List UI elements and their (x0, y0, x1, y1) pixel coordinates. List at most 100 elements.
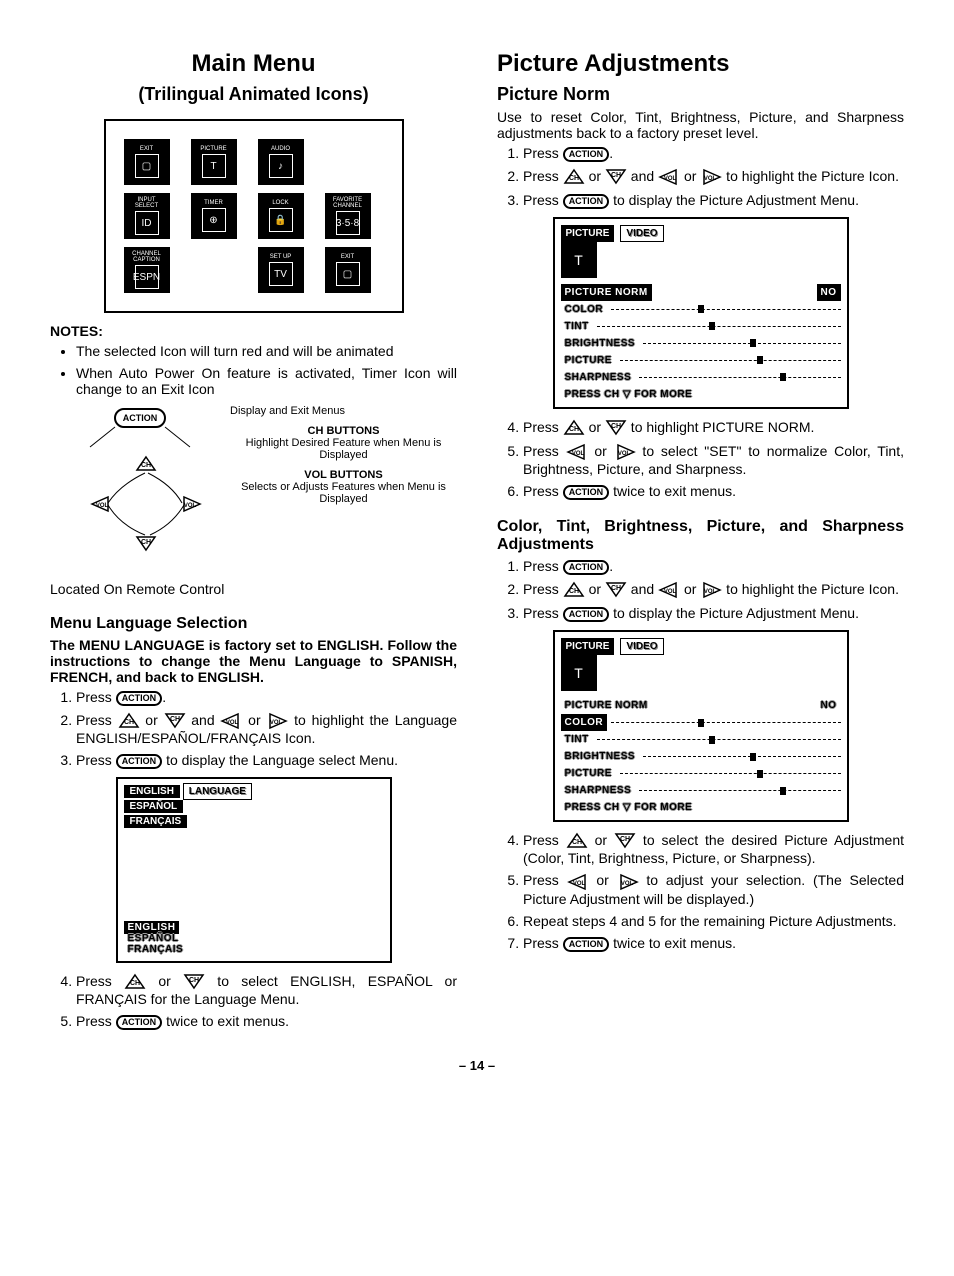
list-item: Press or and or to highlight the Picture… (523, 168, 904, 186)
action-button-icon: ACTION (563, 607, 610, 622)
action-button-icon: ACTION (116, 691, 163, 706)
vol-right-icon (266, 712, 288, 730)
picture-osd-box-2: PICTURE T VIDEO PICTURE NORMNOCOLORTINTB… (553, 630, 849, 822)
vol-buttons-head: VOL BUTTONS (230, 469, 457, 481)
osd-slider (643, 339, 840, 347)
osd-row: PICTURE NORMNO (561, 697, 841, 714)
ch-up-icon (566, 832, 588, 850)
osd-lang-francais-b: FRANÇAIS (124, 943, 188, 956)
list-item: Press or to select ENGLISH, ESPAÑOL or F… (76, 973, 457, 1007)
icon-grid-box: EXIT▢PICTURETAUDIO♪INPUT SELECTIDTIMER⊕L… (104, 119, 404, 313)
osd-row-label: SHARPNESS (561, 782, 636, 799)
osd-slider (639, 373, 840, 381)
ch-up-icon (563, 419, 585, 437)
display-exit-label: Display and Exit Menus (230, 405, 457, 417)
osd-row: TINT (561, 731, 841, 748)
osd-no-label: NO (817, 284, 841, 301)
osd-footer: PRESS CH ▽ FOR MORE (561, 388, 841, 401)
vol-left-icon (658, 168, 680, 186)
osd-row-label: PICTURE NORM (561, 697, 652, 714)
osd-slider (639, 787, 840, 795)
vol-right-icon (614, 443, 636, 461)
osd-slider (611, 305, 840, 313)
menu-language-steps: Press ACTION. Press or and or to highlig… (50, 689, 457, 769)
vol-left-icon (220, 712, 242, 730)
osd-row: PICTURE (561, 765, 841, 782)
list-item: Press ACTION. (523, 145, 904, 162)
picture-norm-steps-cont: Press or to highlight PICTURE NORM. Pres… (497, 419, 904, 500)
adjustments-title: Color, Tint, Brightness, Picture, and Sh… (497, 518, 904, 554)
page-number: – 14 – (50, 1058, 904, 1073)
osd-tab-video: VIDEO (620, 225, 663, 242)
ch-up-icon (563, 581, 585, 599)
menu-icon-audio: AUDIO♪ (258, 139, 304, 185)
osd-row-label: BRIGHTNESS (561, 335, 640, 352)
ch-down-icon (183, 973, 205, 991)
page-columns: Main Menu (Trilingual Animated Icons) EX… (50, 40, 904, 1038)
note-item: The selected Icon will turn red and will… (76, 343, 457, 359)
right-column: Picture Adjustments Picture Norm Use to … (497, 40, 904, 1038)
menu-language-steps-cont: Press or to select ENGLISH, ESPAÑOL or F… (50, 973, 457, 1030)
menu-language-title: Menu Language Selection (50, 615, 457, 633)
menu-icon-set-up: SET UPTV (258, 247, 304, 293)
osd-tab-picture: PICTURE (561, 225, 615, 242)
osd-row: COLOR (561, 301, 841, 318)
osd-row: BRIGHTNESS (561, 748, 841, 765)
action-button-icon: ACTION (563, 194, 610, 209)
osd-row-label: COLOR (561, 301, 608, 318)
action-button-icon: ACTION (563, 485, 610, 500)
located-label: Located On Remote Control (50, 581, 457, 597)
osd-tab-picture: PICTURE (561, 638, 615, 655)
menu-icon-exit: EXIT▢ (325, 247, 371, 293)
menu-icon-picture: PICTURET (191, 139, 237, 185)
menu-icon-channel-caption: CHANNEL CAPTIONESPN (124, 247, 170, 293)
list-item: Press ACTION to display the Language sel… (76, 752, 457, 769)
osd-footer: PRESS CH ▽ FOR MORE (561, 801, 841, 814)
list-item: Press ACTION to display the Picture Adju… (523, 192, 904, 209)
osd-row-label: BRIGHTNESS (561, 748, 640, 765)
osd-slider (597, 322, 841, 330)
svg-text:ACTION: ACTION (123, 413, 158, 423)
notes-label: NOTES: (50, 323, 457, 339)
osd-tab-video: VIDEO (620, 638, 663, 655)
osd-slider (643, 753, 840, 761)
osd-lang-espanol: ESPAÑOL (124, 800, 184, 813)
picture-icon: T (561, 242, 597, 278)
action-button-icon: ACTION (563, 937, 610, 952)
remote-diagram: ACTION Display and Exit Menus CH BUTTONS… (50, 405, 457, 575)
remote-text: Display and Exit Menus CH BUTTONS Highli… (230, 405, 457, 505)
list-item: Press or and or to highlight the Picture… (523, 581, 904, 599)
picture-adjustments-title: Picture Adjustments (497, 50, 904, 78)
action-button-icon: ACTION (116, 754, 163, 769)
list-item: Press or to highlight PICTURE NORM. (523, 419, 904, 437)
osd-slider (611, 719, 840, 727)
osd-slider (620, 770, 841, 778)
osd-row-label: PICTURE (561, 352, 616, 369)
osd-row-label: SHARPNESS (561, 369, 636, 386)
osd-row-label: PICTURE NORM (561, 284, 652, 301)
osd-row: PICTURE NORM NO (561, 284, 841, 301)
vol-right-icon (617, 873, 639, 891)
osd-row: COLOR (561, 714, 841, 731)
picture-norm-intro: Use to reset Color, Tint, Brightness, Pi… (497, 109, 904, 141)
list-item: Press or to select "SET" to normalize Co… (523, 443, 904, 477)
note-item: When Auto Power On feature is activated,… (76, 365, 457, 397)
osd-row: SHARPNESS (561, 782, 841, 799)
ch-buttons-head: CH BUTTONS (230, 425, 457, 437)
vol-right-icon (700, 581, 722, 599)
list-item: Repeat steps 4 and 5 for the remaining P… (523, 913, 904, 929)
osd-language-header: LANGUAGE (183, 783, 252, 800)
vol-left-icon (567, 873, 589, 891)
action-button-icon: ACTION (563, 147, 610, 162)
vol-buttons-body: Selects or Adjusts Features when Menu is… (230, 481, 457, 505)
osd-row: BRIGHTNESS (561, 335, 841, 352)
menu-icon-exit: EXIT▢ (124, 139, 170, 185)
menu-icon-input-select: INPUT SELECTID (124, 193, 170, 239)
ch-down-icon (164, 712, 186, 730)
vol-right-icon (700, 168, 722, 186)
main-menu-subtitle: (Trilingual Animated Icons) (50, 84, 457, 105)
list-item: Press ACTION twice to exit menus. (523, 483, 904, 500)
list-item: Press ACTION twice to exit menus. (76, 1013, 457, 1030)
vol-left-icon (658, 581, 680, 599)
osd-lang-english: ENGLISH (124, 785, 180, 798)
